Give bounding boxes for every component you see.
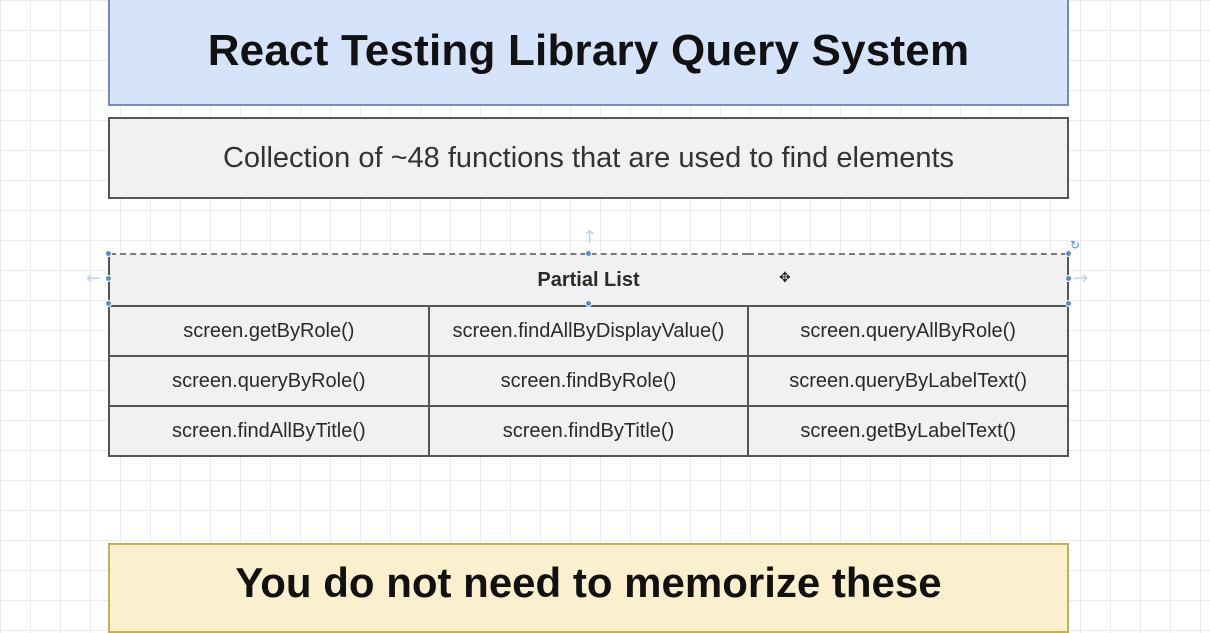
selection-handle-middle-left[interactable]: [105, 275, 112, 282]
title-box[interactable]: React Testing Library Query System: [108, 0, 1069, 106]
selection-handle-bottom-center[interactable]: [585, 300, 592, 307]
selection-handle-top-center[interactable]: [585, 250, 592, 257]
selection-handle-middle-right[interactable]: [1065, 275, 1072, 282]
rotate-icon[interactable]: ↻: [1070, 239, 1080, 251]
table-cell[interactable]: screen.queryByLabelText(): [747, 355, 1069, 407]
selection-handle-bottom-left[interactable]: [105, 300, 112, 307]
diagram-title: React Testing Library Query System: [207, 26, 970, 75]
function-table[interactable]: Partial List screen.getByRole() screen.f…: [108, 253, 1069, 457]
table-header[interactable]: Partial List: [108, 253, 1069, 307]
move-cursor-icon: ✥: [779, 270, 791, 286]
table-row: screen.getByRole() screen.findAllByDispl…: [108, 305, 1069, 357]
selection-handle-top-left[interactable]: [105, 250, 112, 257]
table-cell[interactable]: screen.findAllByDisplayValue(): [427, 305, 750, 357]
table-cell[interactable]: screen.findByTitle(): [427, 405, 750, 457]
note-box[interactable]: You do not need to memorize these: [108, 543, 1069, 633]
selection-handle-bottom-right[interactable]: [1065, 300, 1072, 307]
description-text: Collection of ~48 functions that are use…: [222, 141, 955, 174]
table-cell[interactable]: screen.findAllByTitle(): [108, 405, 430, 457]
table-cell[interactable]: screen.findByRole(): [427, 355, 750, 407]
table-header-row: Partial List: [108, 253, 1069, 307]
partial-list-table[interactable]: Partial List screen.getByRole() screen.f…: [108, 253, 1069, 457]
arrow-left-icon[interactable]: ←: [86, 270, 101, 288]
table-cell[interactable]: screen.getByLabelText(): [747, 405, 1069, 457]
table-cell[interactable]: screen.getByRole(): [108, 305, 430, 357]
arrow-right-icon[interactable]: →: [1073, 270, 1088, 288]
table-cell[interactable]: screen.queryAllByRole(): [747, 305, 1069, 357]
table-row: screen.queryByRole() screen.findByRole()…: [108, 355, 1069, 407]
table-cell[interactable]: screen.queryByRole(): [108, 355, 430, 407]
table-row: screen.findAllByTitle() screen.findByTit…: [108, 405, 1069, 457]
note-text: You do not need to memorize these: [235, 559, 942, 606]
description-box[interactable]: Collection of ~48 functions that are use…: [108, 117, 1069, 199]
arrow-up-icon[interactable]: ↑: [582, 229, 597, 247]
